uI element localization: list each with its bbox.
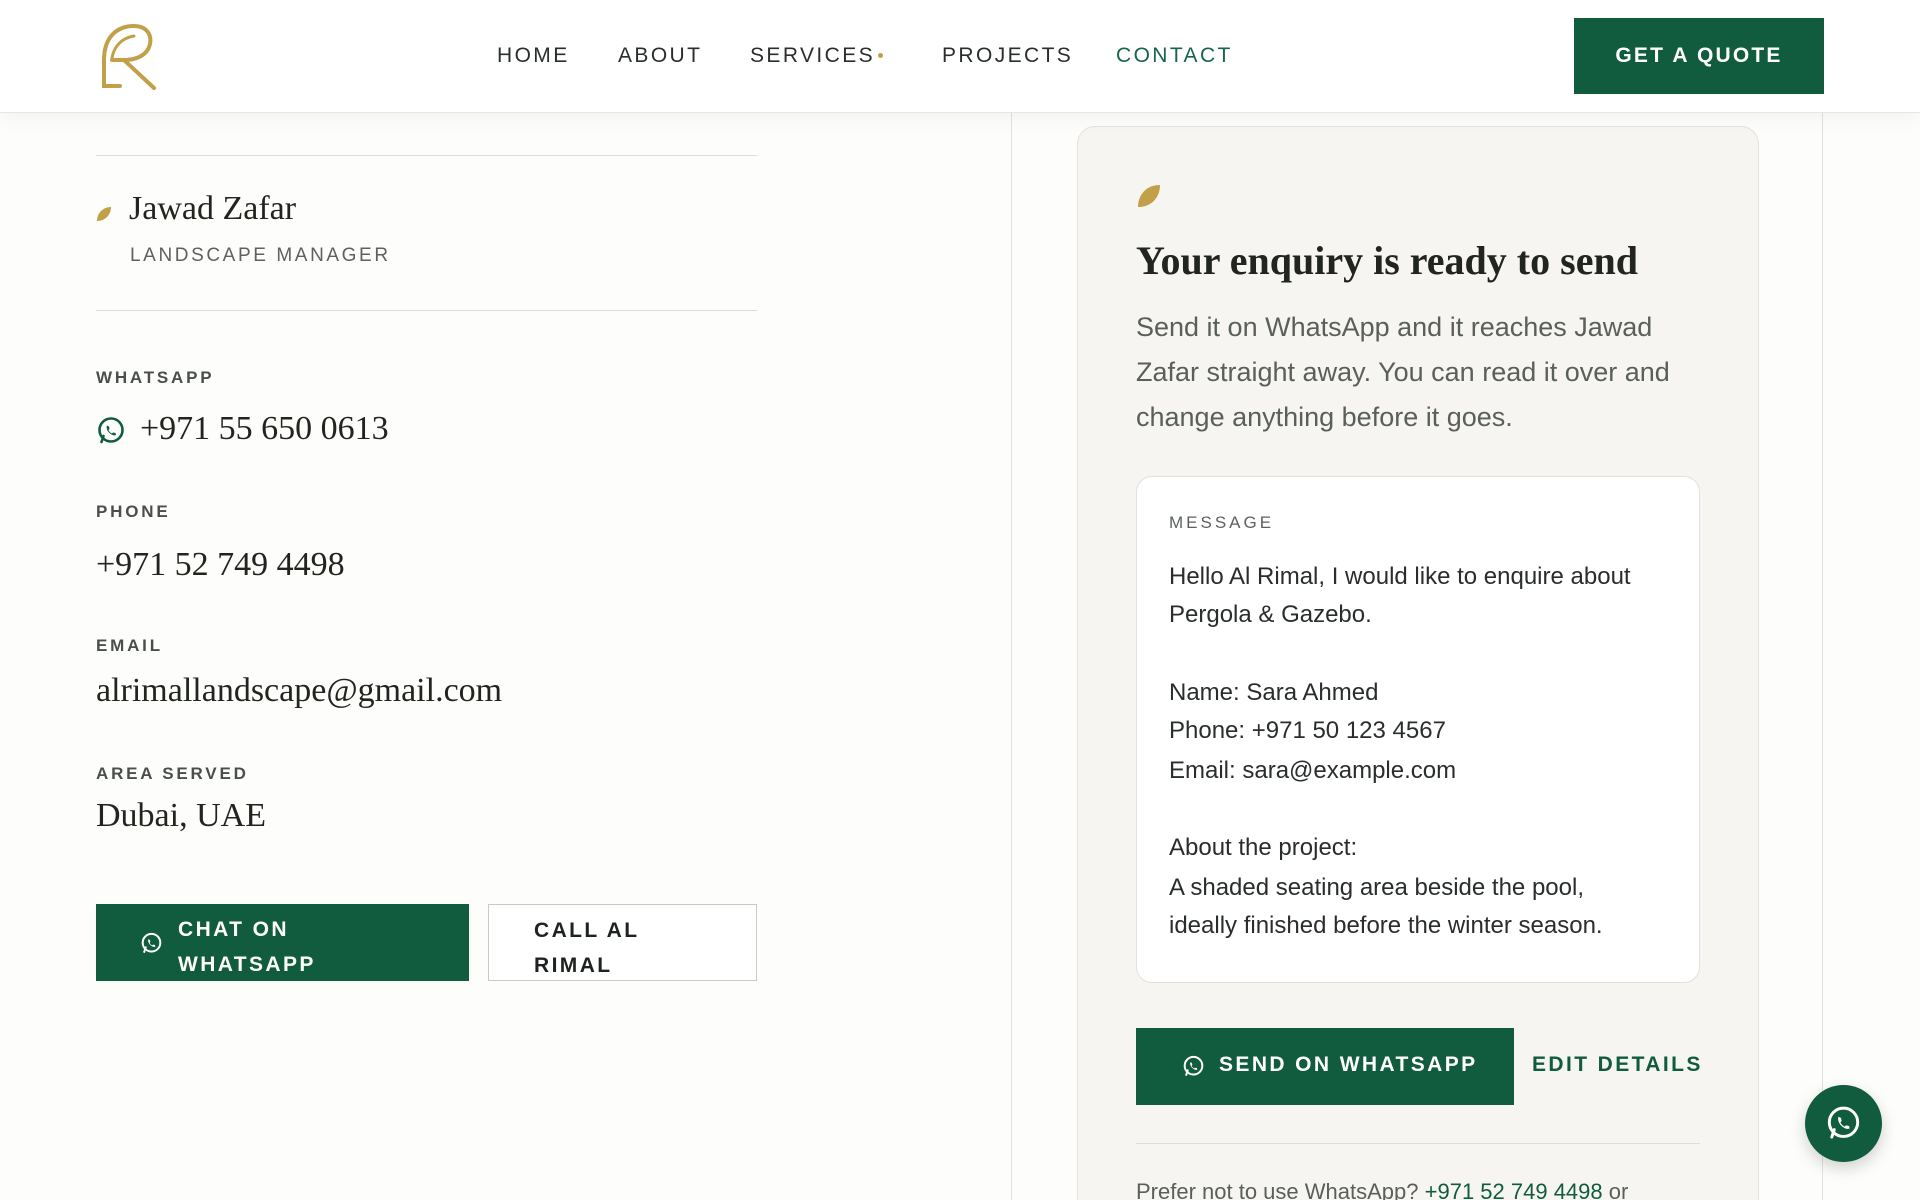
leaf-icon: [97, 207, 111, 221]
email-label: EMAIL: [96, 636, 163, 655]
phone-number-link[interactable]: +971 52 749 4498: [96, 546, 345, 584]
nav-services[interactable]: SERVICES: [750, 44, 875, 68]
call-al-rimal-button[interactable]: CALL AL RIMAL: [488, 904, 757, 981]
get-a-quote-button[interactable]: GET A QUOTE: [1574, 18, 1824, 94]
area-served-label: AREA SERVED: [96, 764, 249, 783]
whatsapp-icon: [1183, 1055, 1204, 1076]
floating-whatsapp-button[interactable]: [1805, 1085, 1882, 1162]
whatsapp-icon: [1827, 1106, 1860, 1139]
edit-details-link[interactable]: EDIT DETAILS: [1532, 1053, 1703, 1077]
column-divider: [1822, 113, 1823, 1200]
divider: [96, 155, 757, 156]
whatsapp-icon: [98, 417, 124, 444]
message-line: Pergola & Gazebo.: [1169, 601, 1372, 628]
site-header: HOME ABOUT SERVICES PROJECTS CONTACT GET…: [0, 0, 1920, 113]
send-on-whatsapp-label: SEND ON WHATSAPP: [1219, 1053, 1478, 1076]
column-divider: [1011, 113, 1012, 1200]
nav-projects[interactable]: PROJECTS: [942, 44, 1073, 68]
nav-about[interactable]: ABOUT: [618, 44, 702, 68]
nav-contact[interactable]: CONTACT: [1116, 44, 1233, 68]
area-served-value: Dubai, UAE: [96, 797, 266, 834]
message-label: MESSAGE: [1169, 513, 1275, 532]
message-line: ideally finished before the winter seaso…: [1169, 912, 1603, 939]
brand-logo[interactable]: [94, 20, 158, 92]
message-preview[interactable]: MESSAGE Hello Al Rimal, I would like to …: [1136, 476, 1700, 983]
enquiry-description: Send it on WhatsApp and it reaches Jawad…: [1136, 312, 1670, 432]
contact-name: Jawad Zafar: [129, 190, 297, 227]
message-line: About the project:: [1169, 834, 1358, 861]
message-line: Phone: +971 50 123 4567: [1169, 717, 1446, 744]
footer-phone-link[interactable]: +971 52 749 4498: [1425, 1179, 1603, 1200]
whatsapp-icon: [141, 932, 162, 953]
email-link[interactable]: alrimallandscape@gmail.com: [96, 672, 502, 710]
leaf-icon: [1138, 185, 1160, 207]
phone-label: PHONE: [96, 502, 171, 521]
whatsapp-alternative-note: Prefer not to use WhatsApp? +971 52 749 …: [1136, 1179, 1628, 1200]
nav-home[interactable]: HOME: [497, 44, 570, 68]
message-line: Email: sara@example.com: [1169, 757, 1457, 784]
send-on-whatsapp-button[interactable]: SEND ON WHATSAPP: [1136, 1028, 1514, 1105]
services-dropdown-indicator-icon[interactable]: [878, 53, 883, 58]
message-line: Hello Al Rimal, I would like to enquire …: [1169, 563, 1631, 590]
whatsapp-label: WHATSAPP: [96, 368, 215, 387]
message-line: A shaded seating area beside the pool,: [1169, 874, 1584, 901]
chat-on-whatsapp-label: CHAT ON WHATSAPP: [178, 918, 316, 976]
enquiry-title: Your enquiry is ready to send: [1136, 238, 1638, 283]
contact-role: LANDSCAPE MANAGER: [130, 245, 391, 266]
chat-on-whatsapp-button[interactable]: CHAT ON WHATSAPP: [96, 904, 469, 981]
divider: [96, 310, 757, 311]
whatsapp-number-link[interactable]: +971 55 650 0613: [140, 410, 389, 448]
call-al-rimal-label: CALL AL RIMAL: [534, 919, 640, 977]
divider: [1136, 1143, 1700, 1144]
message-line: Name: Sara Ahmed: [1169, 679, 1379, 706]
enquiry-panel: Your enquiry is ready to send Send it on…: [1077, 126, 1759, 1200]
